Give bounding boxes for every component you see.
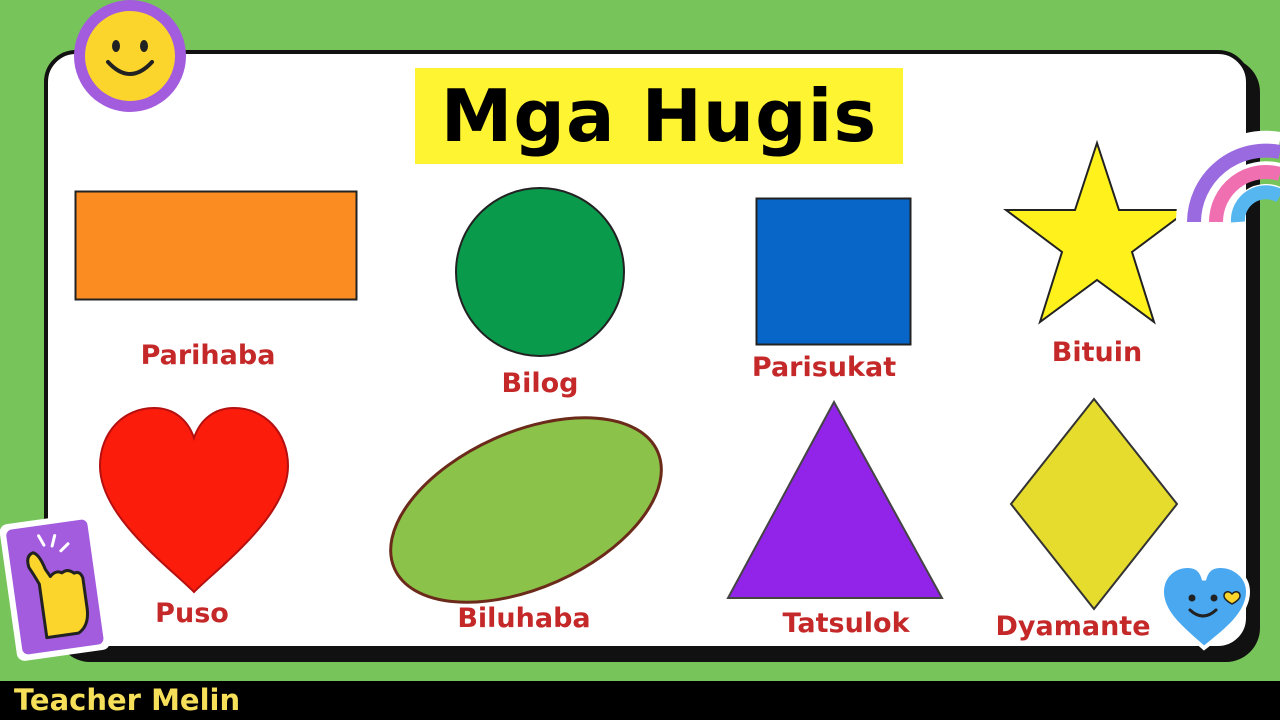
oval-shape bbox=[389, 416, 663, 604]
heart-face-icon bbox=[1159, 563, 1251, 651]
shape-label-star: Bituin bbox=[1051, 337, 1143, 368]
shape-label-heart: Puso bbox=[155, 598, 229, 629]
triangle-shape bbox=[726, 399, 944, 599]
pointing-hand-icon bbox=[0, 513, 110, 661]
rainbow-icon bbox=[1176, 130, 1280, 223]
diamond-shape bbox=[1009, 397, 1179, 611]
rectangle-shape bbox=[74, 190, 358, 301]
page-title: Mga Hugis bbox=[440, 74, 878, 158]
title-highlight: Mga Hugis bbox=[415, 68, 903, 164]
circle-shape bbox=[455, 187, 625, 357]
star-shape bbox=[1003, 140, 1191, 325]
shape-label-rectangle: Parihaba bbox=[140, 340, 276, 371]
shape-label-triangle: Tatsulok bbox=[782, 608, 910, 639]
shape-label-diamond: Dyamante bbox=[995, 611, 1151, 642]
shape-label-oval: Biluhaba bbox=[457, 603, 591, 634]
shape-label-circle: Bilog bbox=[501, 368, 579, 399]
heart-shape bbox=[98, 406, 290, 594]
square-shape bbox=[755, 197, 912, 346]
shape-label-square: Parisukat bbox=[751, 352, 897, 383]
footer-bar: Teacher Melin bbox=[0, 681, 1280, 720]
channel-name: Teacher Melin bbox=[14, 683, 241, 717]
smiley-face-icon bbox=[74, 0, 186, 112]
